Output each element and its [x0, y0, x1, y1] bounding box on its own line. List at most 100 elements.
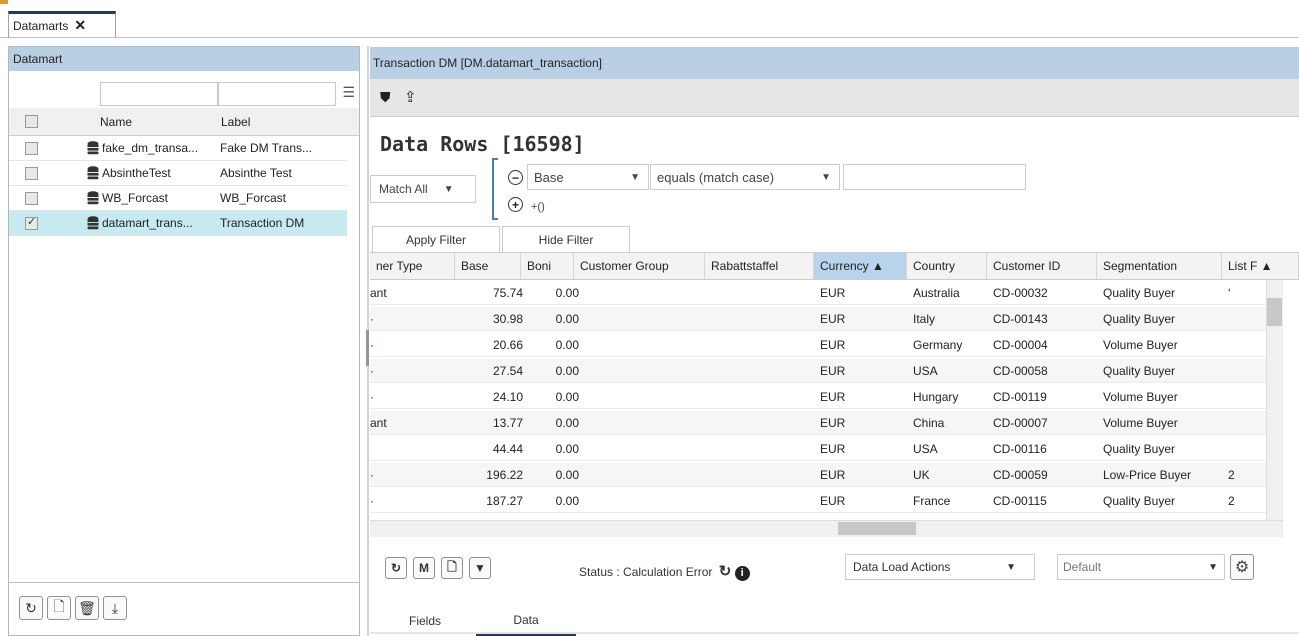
table-cell: 0.00	[555, 416, 579, 430]
table-cell: ·	[370, 468, 374, 482]
column-header[interactable]: Currency ▲	[814, 253, 907, 279]
column-header[interactable]: Boni	[521, 253, 574, 279]
table-cell: Quality Buyer	[1103, 364, 1176, 378]
table-row[interactable]: · 196.22 0.00 EUR UK CD-00059 Low-Price Buyer 2	[370, 463, 1266, 487]
row-checkbox[interactable]	[25, 167, 38, 180]
name-column-header[interactable]: Name	[100, 115, 132, 129]
export-xls-button[interactable]: 🗋	[441, 557, 463, 579]
table-cell: EUR	[820, 442, 846, 456]
datamart-row[interactable]: fake_dm_transa... Fake DM Trans...	[9, 136, 347, 161]
macro-edit-icon: M	[419, 561, 429, 575]
table-cell: CD-00143	[993, 312, 1048, 326]
chevron-down-icon: ▼	[1208, 561, 1218, 573]
vertical-scroll-thumb[interactable]	[1267, 298, 1282, 326]
download-icon: ⤓	[111, 599, 119, 616]
datamart-filter-row: ☰	[9, 82, 359, 108]
filter-operator-select[interactable]: equals (match case) ▼	[650, 164, 840, 190]
table-cell: Quality Buyer	[1103, 286, 1176, 300]
hide-filter-button[interactable]: Hide Filter	[502, 226, 630, 252]
refresh-icon[interactable]: ↻	[719, 563, 732, 580]
cloud-upload-icon[interactable]: ⇪	[404, 88, 417, 106]
refresh-button[interactable]: ↻	[19, 596, 43, 620]
apply-filter-button[interactable]: Apply Filter	[372, 226, 500, 252]
table-cell: Quality Buyer	[1103, 494, 1176, 508]
refresh-icon: ↻	[25, 599, 37, 616]
table-cell: EUR	[820, 286, 846, 300]
data-load-actions-select[interactable]: Data Load Actions ▼	[845, 554, 1035, 580]
tab-data[interactable]: Data	[476, 606, 576, 636]
download-datamart-button[interactable]: ⤓	[103, 596, 127, 620]
table-row[interactable]: · 30.98 0.00 EUR Italy CD-00143 Quality Buyer	[370, 307, 1266, 331]
database-icon	[87, 191, 99, 205]
filter-menu-icon[interactable]: ☰	[342, 84, 355, 101]
column-header[interactable]: Customer Group	[574, 253, 705, 279]
datamart-grid-header: Name Label	[9, 108, 359, 136]
transaction-panel-header: Transaction DM [DM.datamart_transaction]	[370, 47, 1299, 79]
column-header[interactable]: Customer ID	[987, 253, 1097, 279]
shield-gear-icon[interactable]: ⛊	[380, 89, 391, 106]
datamart-name: AbsintheTest	[102, 166, 171, 180]
database-icon	[87, 166, 99, 180]
info-icon[interactable]: i	[734, 566, 750, 581]
edit-macro-button[interactable]: M	[413, 557, 435, 579]
table-cell: CD-00004	[993, 338, 1048, 352]
close-icon[interactable]: ✕	[74, 17, 86, 34]
transaction-toolbar: ⛊ ⇪	[370, 79, 1299, 117]
table-cell: Low-Price Buyer	[1103, 468, 1192, 482]
table-cell: USA	[913, 364, 938, 378]
datamart-label: WB_Forcast	[220, 191, 287, 205]
datamart-footer-divider	[9, 582, 359, 583]
add-condition-icon[interactable]: +	[508, 197, 523, 212]
table-cell: 0.00	[555, 286, 579, 300]
datamart-row[interactable]: datamart_trans... Transaction DM	[9, 211, 347, 236]
table-row[interactable]: · 20.66 0.00 EUR Germany CD-00004 Volume Buyer	[370, 333, 1266, 357]
datamart-label: Absinthe Test	[220, 166, 292, 180]
column-header[interactable]: Segmentation	[1097, 253, 1222, 279]
tab-datamarts[interactable]: Datamarts ✕	[8, 11, 116, 37]
column-header[interactable]: ner Type	[370, 253, 455, 279]
label-column-header[interactable]: Label	[221, 115, 250, 129]
table-cell: 2	[1228, 468, 1235, 482]
reload-button[interactable]: ↻	[385, 557, 407, 579]
filter-value-input[interactable]	[843, 164, 1026, 190]
horizontal-scroll-thumb[interactable]	[838, 522, 916, 535]
datamart-row[interactable]: WB_Forcast WB_Forcast	[9, 186, 347, 211]
column-header[interactable]: Base	[455, 253, 521, 279]
datamart-label: Fake DM Trans...	[220, 141, 313, 155]
settings-button[interactable]: ⚙	[1230, 554, 1254, 580]
horizontal-scrollbar[interactable]	[370, 520, 1283, 537]
name-filter-input[interactable]	[100, 82, 218, 106]
add-group-link[interactable]: +()	[531, 201, 545, 213]
row-checkbox[interactable]	[25, 215, 38, 230]
datamart-row[interactable]: AbsintheTest Absinthe Test	[9, 161, 347, 186]
remove-condition-icon[interactable]: −	[508, 170, 523, 185]
status-text: Status : Calculation Error	[579, 565, 713, 579]
table-cell: CD-00116	[993, 442, 1047, 456]
row-checkbox[interactable]	[25, 192, 38, 205]
column-header[interactable]: Rabattstaffel	[705, 253, 814, 279]
table-cell: UK	[913, 468, 930, 482]
splitter-grip[interactable]	[366, 330, 369, 366]
filter-button[interactable]: ▼	[469, 557, 491, 579]
table-row[interactable]: · 24.10 0.00 EUR Hungary CD-00119 Volume Buyer	[370, 385, 1266, 409]
label-filter-input[interactable]	[218, 82, 336, 106]
column-header[interactable]: Country	[907, 253, 987, 279]
chevron-down-icon: ▼	[443, 183, 454, 195]
table-cell: EUR	[820, 338, 846, 352]
select-all-checkbox[interactable]	[25, 115, 38, 128]
column-header[interactable]: List F ▲	[1222, 253, 1299, 279]
filter-field-select[interactable]: Base ▼	[527, 164, 649, 190]
default-select[interactable]: Default ▼	[1057, 554, 1225, 580]
table-row[interactable]: ant 13.77 0.00 EUR China CD-00007 Volume Buyer	[370, 411, 1266, 435]
table-row[interactable]: · 187.27 0.00 EUR France CD-00115 Quality Buye…	[370, 489, 1266, 513]
table-row[interactable]: · 27.54 0.00 EUR USA CD-00058 Quality Buyer	[370, 359, 1266, 383]
table-row[interactable]: 44.44 0.00 EUR USA CD-00116 Quality Buyer	[370, 437, 1266, 461]
match-all-select[interactable]: Match All ▼	[370, 175, 476, 203]
table-cell: 30.98	[492, 312, 523, 326]
tab-fields[interactable]: Fields	[376, 606, 474, 636]
add-datamart-button[interactable]: 🗋	[47, 596, 71, 620]
row-checkbox[interactable]	[25, 142, 38, 155]
delete-datamart-button[interactable]: 🗑	[75, 596, 99, 620]
database-icon	[87, 141, 99, 155]
table-row[interactable]: ant 75.74 0.00 EUR Australia CD-00032 Quality …	[370, 281, 1266, 305]
